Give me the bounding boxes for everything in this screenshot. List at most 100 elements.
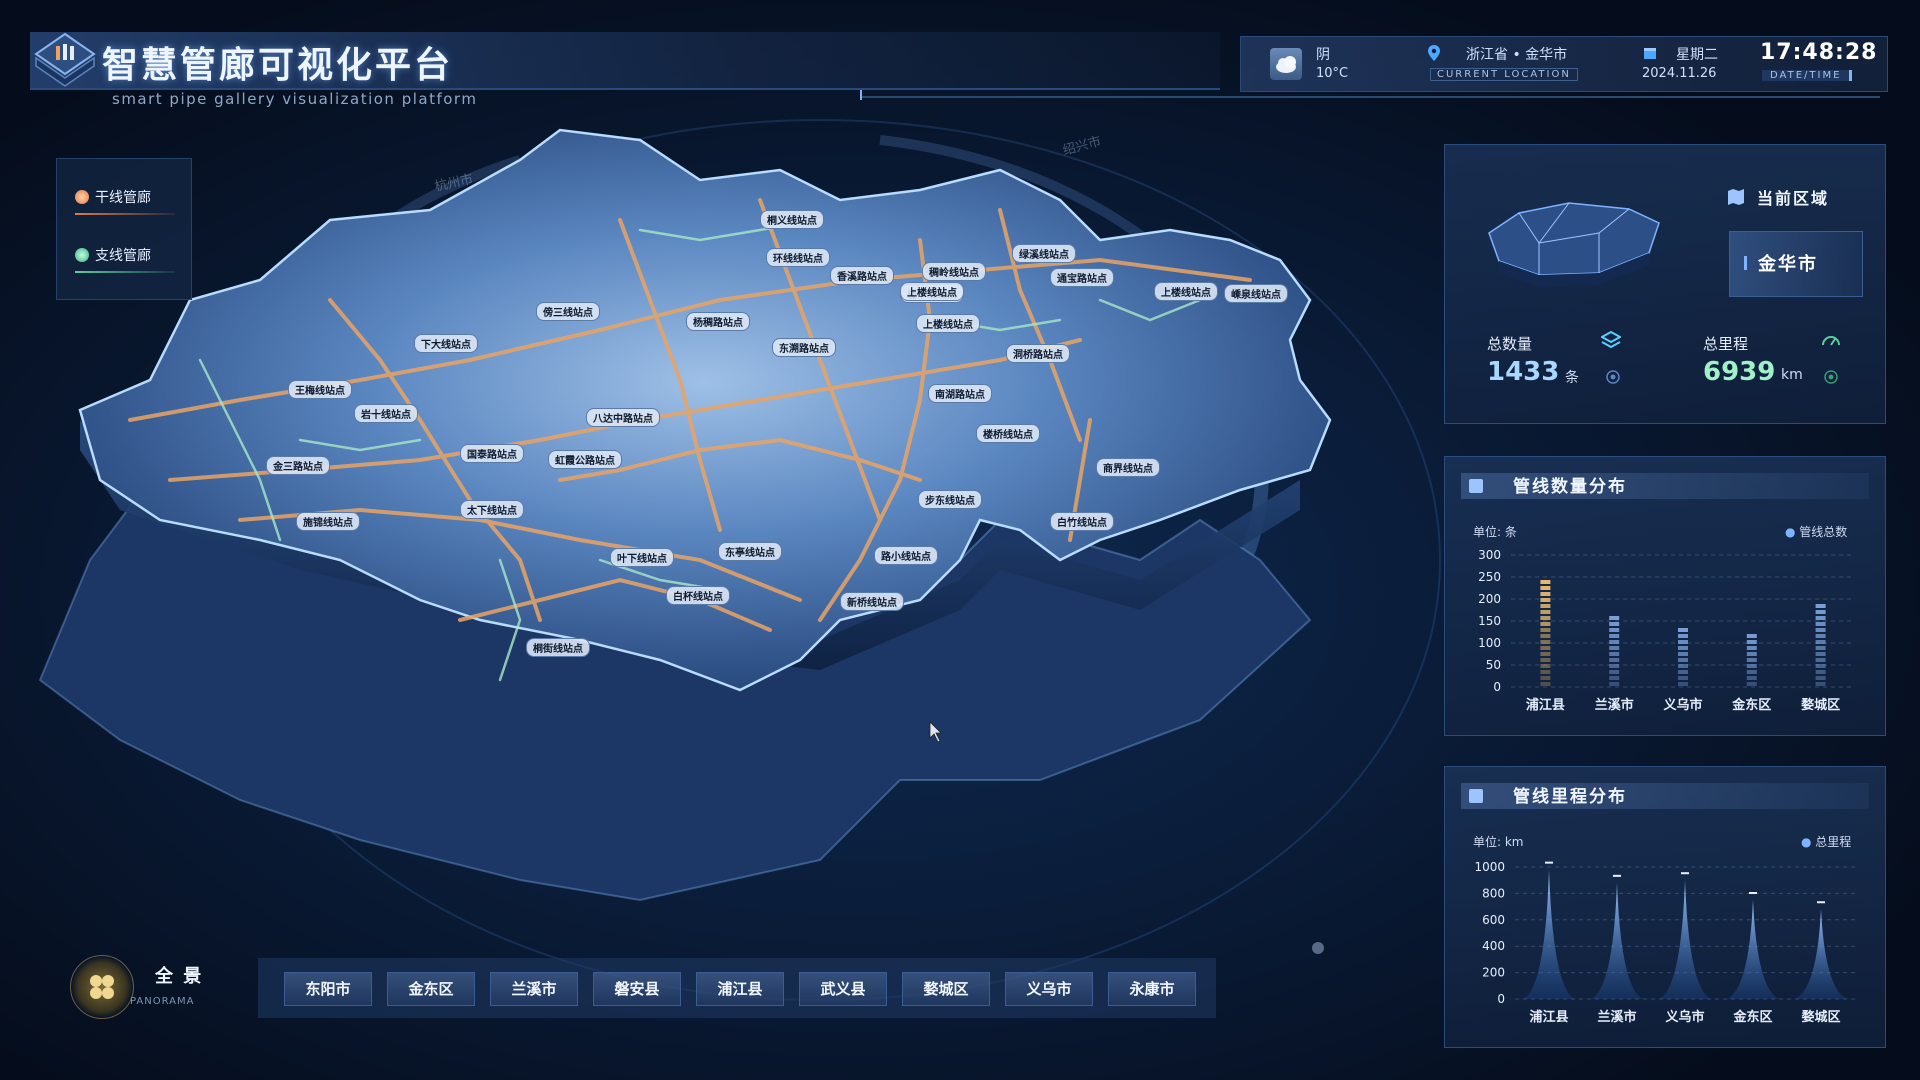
bar-segment (1678, 664, 1688, 668)
station-label[interactable]: 桐街线站点 (526, 638, 590, 657)
station-label[interactable]: 稠岭线站点 (922, 262, 986, 281)
bar-segment (1609, 640, 1620, 644)
spike-area (1727, 900, 1779, 999)
station-label[interactable]: 金三路站点 (266, 456, 330, 475)
station-label[interactable]: 绿溪线站点 (1012, 244, 1076, 263)
panorama-button[interactable] (70, 955, 134, 1019)
station-label[interactable]: 白竹线站点 (1050, 512, 1114, 531)
y-tick-label: 400 (1482, 939, 1505, 953)
current-region-selector[interactable]: 金华市 (1729, 231, 1863, 297)
district-button[interactable]: 永康市 (1108, 972, 1196, 1006)
district-button[interactable]: 婺城区 (902, 972, 990, 1006)
spike-area (1795, 909, 1847, 999)
spike-area (1659, 880, 1711, 999)
station-label[interactable]: 施锦线站点 (296, 512, 360, 531)
district-button[interactable]: 东阳市 (284, 972, 372, 1006)
station-label[interactable]: 香溪路站点 (830, 266, 894, 285)
station-label[interactable]: 太下线站点 (460, 500, 524, 519)
region-panel: 当前区域 金华市 总数量 1433 条 总里程 6939 km (1444, 144, 1886, 424)
station-label[interactable]: 虹霞公路站点 (548, 450, 622, 469)
layers-icon (1601, 331, 1621, 349)
bar-segment (1815, 664, 1826, 668)
district-button[interactable]: 浦江县 (696, 972, 784, 1006)
station-label[interactable]: 杨稠路站点 (686, 312, 750, 331)
page-title: 智慧管廊可视化平台 (102, 45, 454, 86)
bar-segment (1609, 652, 1620, 656)
bar-segment (1540, 664, 1551, 668)
current-date: 2024.11.26 (1642, 66, 1717, 81)
station-label[interactable]: 东溯路站点 (772, 338, 836, 357)
bar-segment (1540, 646, 1551, 650)
district-button[interactable]: 义乌市 (1005, 972, 1093, 1006)
spike-cap (1749, 892, 1757, 894)
bar-segment (1540, 682, 1551, 686)
station-label[interactable]: 南湖路站点 (928, 384, 992, 403)
bar-segment (1540, 616, 1551, 620)
bar-segment (1746, 682, 1757, 686)
station-label[interactable]: 洞桥路站点 (1006, 344, 1070, 363)
station-label[interactable]: 白杯线站点 (666, 586, 730, 605)
x-tick-label: 义乌市 (1663, 697, 1702, 713)
bar-segment (1678, 676, 1688, 680)
weather-condition: 阴 (1316, 47, 1330, 63)
total-length-unit: km (1781, 367, 1803, 383)
x-tick-label: 义乌市 (1665, 1009, 1704, 1025)
district-button[interactable]: 兰溪市 (490, 972, 578, 1006)
bar-segment (1678, 670, 1688, 674)
y-tick-label: 150 (1478, 614, 1501, 628)
branch-pipe-icon (75, 248, 89, 262)
bar-segment (1609, 658, 1620, 662)
station-label[interactable]: 新桥线站点 (840, 592, 904, 611)
bar-segment (1746, 634, 1757, 638)
x-tick-label: 婺城区 (1800, 1009, 1840, 1025)
station-label[interactable]: 上楼线站点 (1154, 282, 1218, 301)
legend-line (75, 213, 175, 215)
district-button[interactable]: 武义县 (799, 972, 887, 1006)
gauge-icon (1822, 336, 1840, 346)
spike-cap (1613, 874, 1621, 877)
current-region-name: 金华市 (1758, 254, 1818, 275)
spike-cap (1817, 901, 1825, 904)
station-label[interactable]: 岩十线站点 (354, 404, 418, 423)
platform-logo-icon (34, 32, 96, 87)
panorama-label[interactable]: 全 景 (155, 962, 203, 988)
trunk-pipe-icon (75, 190, 89, 204)
station-label[interactable]: 楼桥线站点 (976, 424, 1040, 443)
station-label[interactable]: 商界线站点 (1096, 458, 1160, 477)
station-label[interactable]: 步东线站点 (918, 490, 982, 509)
station-label[interactable]: 环线线站点 (766, 248, 830, 267)
station-label[interactable]: 东亭线站点 (718, 542, 782, 561)
bar-segment (1609, 676, 1620, 680)
bar-segment (1540, 580, 1551, 584)
cloudy-icon (1270, 48, 1302, 80)
station-label[interactable]: 嵊泉线站点 (1224, 284, 1288, 303)
station-label[interactable]: 上楼线站点 (900, 282, 964, 301)
station-label[interactable]: 通宝路站点 (1050, 268, 1114, 287)
station-label[interactable]: 傍三线站点 (536, 302, 600, 321)
bar-segment (1540, 676, 1551, 680)
district-button[interactable]: 磐安县 (593, 972, 681, 1006)
total-count-value: 1433 (1487, 357, 1560, 387)
bar-segment (1678, 628, 1688, 632)
y-tick-label: 800 (1482, 886, 1505, 900)
station-label[interactable]: 叶下线站点 (610, 548, 674, 567)
station-label[interactable]: 八达中路站点 (586, 408, 660, 427)
bar-segment (1815, 670, 1826, 674)
bar-segment (1815, 652, 1826, 656)
station-label[interactable]: 路小线站点 (874, 546, 938, 565)
time-label: DATE/TIME (1762, 70, 1853, 81)
station-label[interactable]: 桐义线站点 (760, 210, 824, 229)
station-label[interactable]: 下大线站点 (414, 334, 478, 353)
bar-segment (1540, 634, 1551, 638)
y-tick-label: 250 (1478, 570, 1501, 584)
station-label[interactable]: 上楼线站点 (916, 314, 980, 333)
legend-item-trunk[interactable]: 干线管廊 (75, 187, 151, 207)
legend-line (75, 271, 175, 273)
station-label[interactable]: 国泰路站点 (460, 444, 524, 463)
station-label[interactable]: 王梅线站点 (288, 380, 352, 399)
bar-segment (1746, 676, 1757, 680)
district-button[interactable]: 金东区 (387, 972, 475, 1006)
legend-item-branch[interactable]: 支线管廊 (75, 245, 151, 265)
y-tick-label: 0 (1497, 992, 1505, 1006)
x-tick-label: 兰溪市 (1595, 697, 1634, 713)
